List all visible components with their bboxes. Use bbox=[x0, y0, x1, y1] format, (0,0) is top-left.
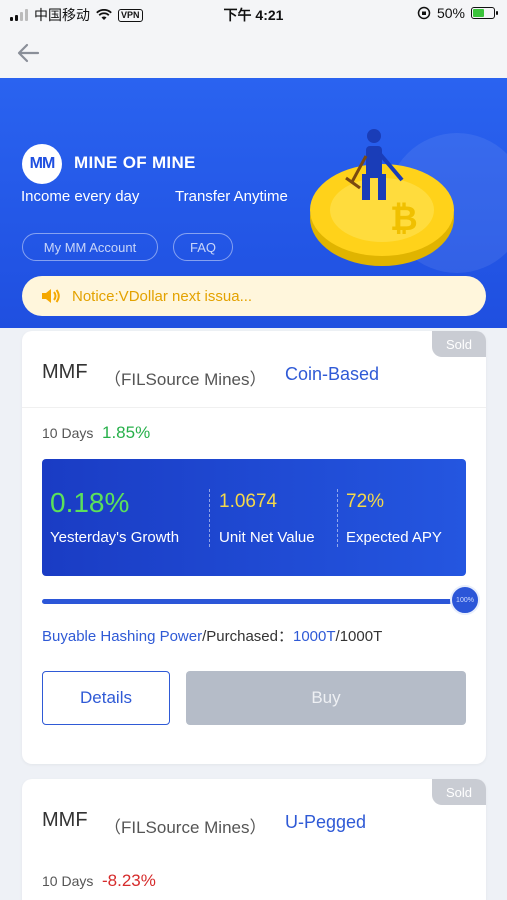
hashing-power-label: Buyable Hashing Power bbox=[42, 628, 203, 645]
product-period: 10 Days bbox=[42, 425, 94, 441]
sold-badge: Sold bbox=[432, 779, 486, 805]
battery-percent: 50% bbox=[436, 5, 465, 21]
product-period: 10 Days bbox=[42, 873, 94, 889]
purchased-label: /Purchased： bbox=[202, 628, 293, 645]
unit-net-value: 1.0674 bbox=[219, 491, 278, 512]
total-amount: /1000T bbox=[335, 628, 383, 645]
coin-miner-illustration: ₿ bbox=[310, 129, 454, 266]
product-title: MMF bbox=[42, 361, 88, 383]
product-card: Sold MMF （FILSource Mines） U-Pegged 10 D… bbox=[22, 779, 486, 900]
product-source: （FILSource Mines） bbox=[104, 818, 267, 837]
product-rate: 1.85% bbox=[102, 423, 151, 442]
unit-net-value-label: Unit Net Value bbox=[219, 529, 315, 546]
battery-icon bbox=[471, 7, 498, 19]
slogan-income: Income every day bbox=[21, 188, 140, 205]
growth-label: Yesterday's Growth bbox=[50, 529, 180, 546]
svg-text:₿: ₿ bbox=[390, 199, 418, 239]
product-card: Sold MMF （FILSource Mines） Coin-Based 10… bbox=[22, 331, 486, 764]
orientation-lock-icon bbox=[417, 6, 431, 20]
product-type: Coin-Based bbox=[285, 364, 380, 384]
expected-apy-label: Expected APY bbox=[346, 529, 442, 546]
sold-badge: Sold bbox=[432, 331, 486, 357]
growth-value: 0.18% bbox=[50, 487, 130, 518]
details-button[interactable]: Details bbox=[42, 671, 170, 725]
product-type: U-Pegged bbox=[285, 812, 367, 832]
arrow-left-icon[interactable] bbox=[14, 40, 44, 66]
stats-panel: 0.18% Yesterday's Growth 1.0674 Unit Net… bbox=[42, 459, 466, 576]
status-bar: 中国移动 VPN 下午 4:21 50% bbox=[0, 0, 507, 28]
product-title: MMF bbox=[42, 809, 88, 831]
progress-knob: 100% bbox=[450, 585, 480, 615]
my-account-button[interactable]: My MM Account bbox=[22, 233, 158, 261]
notice-bar[interactable]: Notice:VDollar next issua... bbox=[22, 276, 486, 316]
product-rate: -8.23% bbox=[102, 871, 156, 890]
expected-apy-value: 72% bbox=[346, 491, 385, 512]
notice-text: Notice:VDollar next issua... bbox=[72, 287, 253, 305]
speaker-icon bbox=[42, 289, 60, 303]
progress-bar bbox=[42, 599, 452, 604]
buyable-amount: 1000T bbox=[292, 628, 336, 645]
hashing-power-line: Buyable Hashing Power/Purchased：1000T/10… bbox=[42, 625, 382, 646]
nav-bar bbox=[0, 28, 507, 78]
product-source: （FILSource Mines） bbox=[104, 370, 267, 389]
brand-name: MINE OF MINE bbox=[74, 153, 196, 172]
buy-button[interactable]: Buy bbox=[186, 671, 466, 725]
faq-button[interactable]: FAQ bbox=[173, 233, 233, 261]
slogan-transfer: Transfer Anytime bbox=[175, 188, 288, 205]
logo: MM bbox=[22, 144, 62, 184]
